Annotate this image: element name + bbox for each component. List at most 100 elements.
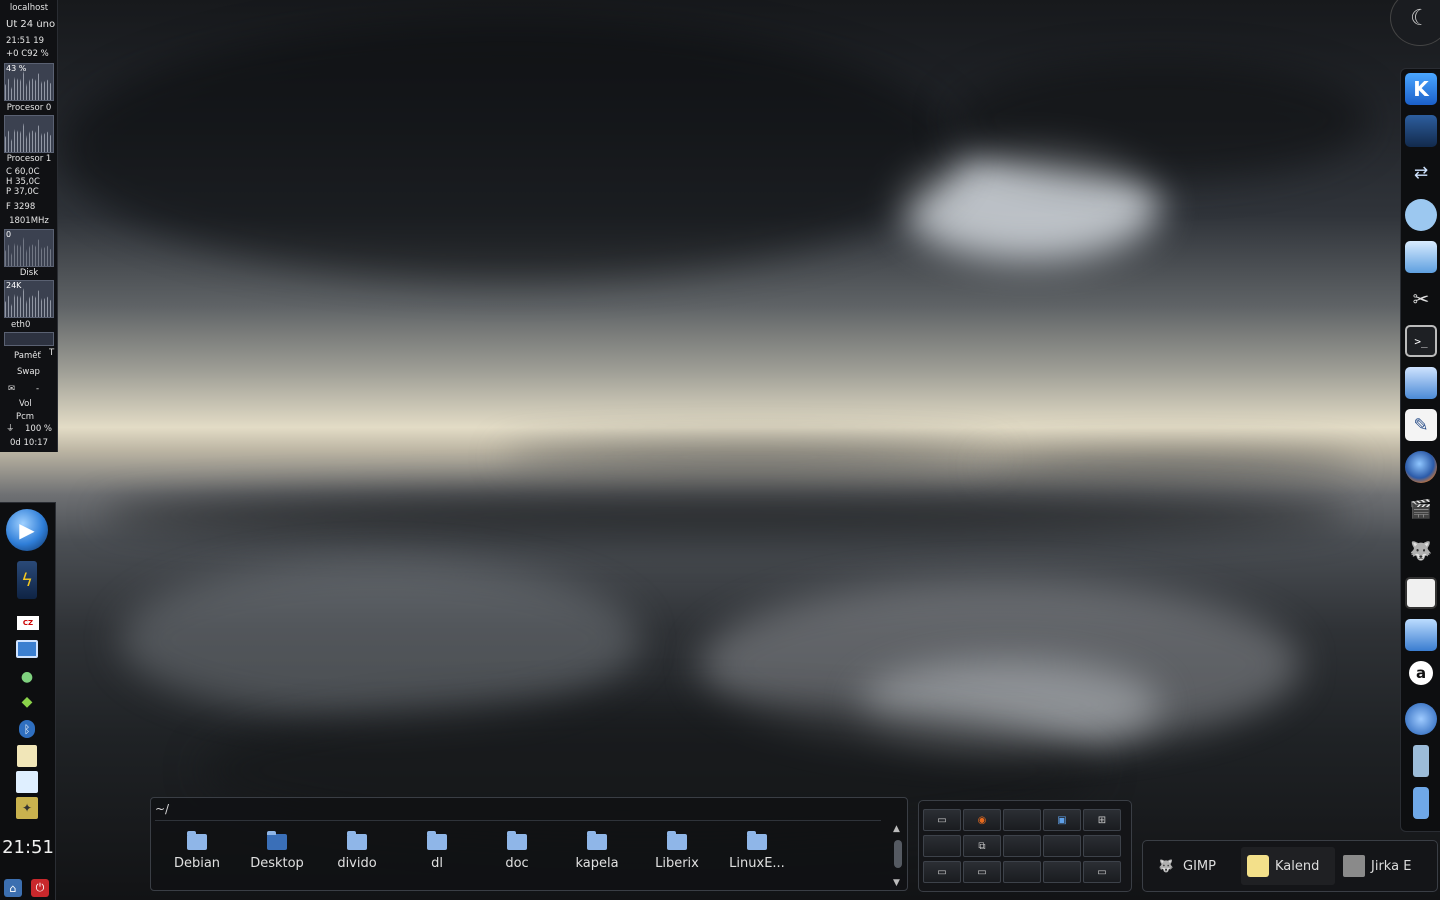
folder-item[interactable]: dl: [399, 831, 475, 871]
temp-h: H 35,0C: [6, 177, 40, 187]
folder-label: dl: [431, 856, 443, 871]
network-icon[interactable]: ◆: [17, 693, 37, 711]
display-icon[interactable]: [16, 640, 38, 658]
pager-desktop-7[interactable]: ⧉: [963, 835, 1001, 857]
video-editor-icon[interactable]: 🎬: [1405, 493, 1437, 525]
folder-scrollbar[interactable]: ▲ ▼: [891, 824, 905, 888]
net-rate: 24K: [6, 281, 22, 290]
task-gimp[interactable]: 🐺 GIMP: [1149, 847, 1237, 885]
desktop-wallpaper: ☾ localhost Út 24 úno 21:51 19 +0 C92 % …: [0, 0, 1440, 900]
folder-view-widget: ~/ Debian Desktop divido dl doc kapela L…: [150, 797, 908, 891]
network-manager-icon[interactable]: ⇄: [1405, 157, 1437, 189]
task-label: GIMP: [1183, 858, 1216, 874]
folder-icon: [507, 831, 527, 850]
gimp-icon[interactable]: 🐺: [1405, 535, 1437, 567]
scroll-down-icon[interactable]: ▼: [893, 878, 900, 888]
swap-label: Swap: [17, 367, 40, 377]
battery-icon[interactable]: ϟ: [17, 561, 37, 599]
pager-desktop-14[interactable]: [1043, 861, 1081, 883]
amarok-icon[interactable]: a: [1409, 661, 1433, 685]
cpu1-graph: [4, 115, 54, 153]
uptime: 0d 10:17: [10, 438, 49, 448]
folder-item[interactable]: doc: [479, 831, 555, 871]
folder-label: doc: [505, 856, 529, 871]
terminal-icon[interactable]: >_: [1405, 325, 1437, 357]
disk-zero: 0: [6, 230, 12, 239]
folder-label: divido: [337, 856, 377, 871]
shutdown-icon[interactable]: ⏻: [31, 879, 49, 897]
date-label: Út 24 úno: [6, 20, 56, 30]
pager-desktop-2[interactable]: ◉: [963, 809, 1001, 831]
kde-menu-icon[interactable]: K: [1405, 73, 1437, 105]
bluetooth-icon[interactable]: ᛒ: [19, 720, 35, 738]
cpu0-graph: 43 %: [4, 63, 54, 101]
folder-icon: [747, 831, 767, 850]
scroll-up-icon[interactable]: ▲: [893, 824, 900, 834]
temp-p: P 37,0C: [6, 187, 39, 197]
pager-desktop-12[interactable]: ▭: [963, 861, 1001, 883]
folder-label: LinuxE...: [729, 856, 785, 871]
mail-count: -: [36, 384, 40, 394]
folder-item[interactable]: kapela: [559, 831, 635, 871]
remote-desktop-icon[interactable]: [1405, 619, 1437, 651]
folder-icon: [667, 831, 687, 850]
thunderbird-icon[interactable]: [1405, 703, 1437, 735]
clock[interactable]: 21:51: [0, 837, 56, 858]
scroll-thumb[interactable]: [894, 840, 902, 868]
pager-desktop-4[interactable]: ▣: [1043, 809, 1081, 831]
pager-desktop-3[interactable]: [1003, 809, 1041, 831]
pcm-label: Pcm: [16, 412, 35, 422]
clipboard-icon[interactable]: [17, 745, 37, 767]
phone-icon[interactable]: [1413, 745, 1429, 777]
task-calendar[interactable]: Kalend: [1241, 847, 1335, 885]
pager-desktop-11[interactable]: ▭: [923, 861, 961, 883]
avatar: [1343, 855, 1365, 877]
disk-label: Disk: [19, 268, 39, 278]
settings-tools-icon[interactable]: ✂: [1405, 283, 1437, 315]
net-interface: eth0: [11, 320, 31, 330]
photo-viewer-icon[interactable]: [1405, 577, 1437, 609]
pager-desktop-9[interactable]: [1043, 835, 1081, 857]
folder-icon: [427, 831, 447, 850]
folder-item[interactable]: LinuxE...: [719, 831, 795, 871]
desktop-icon[interactable]: [1405, 115, 1437, 147]
folder-item[interactable]: Desktop: [239, 831, 315, 871]
notes-icon[interactable]: [16, 771, 38, 793]
folder-icon: [347, 831, 367, 850]
media-player-icon[interactable]: ▶: [6, 509, 48, 551]
folder-label: Debian: [173, 856, 221, 871]
folder-item[interactable]: divido: [319, 831, 395, 871]
folder-icon: [587, 831, 607, 850]
folder-item[interactable]: Liberix: [639, 831, 715, 871]
task-label: Jirka E: [1371, 858, 1412, 874]
pager-desktop-6[interactable]: [923, 835, 961, 857]
pager-desktop-13[interactable]: [1003, 861, 1041, 883]
file-manager-icon[interactable]: [1405, 241, 1437, 273]
write-icon[interactable]: ✎: [1405, 409, 1437, 441]
pager-desktop-10[interactable]: [1083, 835, 1121, 857]
kwallet-icon[interactable]: ✦: [16, 797, 38, 819]
usb-device-icon[interactable]: [1413, 787, 1429, 819]
desktop-toolbox-icon[interactable]: ☾: [1390, 0, 1440, 46]
folder-path-divider: [155, 820, 881, 821]
network-graph: 24K: [4, 280, 54, 318]
system-monitor-widget: localhost Út 24 úno 21:51 19 +0 C92 % 43…: [0, 0, 58, 452]
hostname: localhost: [9, 3, 49, 13]
text-editor-icon[interactable]: [1405, 367, 1437, 399]
keyboard-layout-cz-icon[interactable]: CZ: [17, 616, 39, 630]
system-monitor-icon[interactable]: [1405, 199, 1437, 231]
task-chat[interactable]: Jirka E: [1337, 847, 1433, 885]
chat-icon[interactable]: ●: [17, 668, 37, 686]
task-label: Kalend: [1275, 858, 1320, 874]
right-launcher-panel: K ⇄ ✂ >_ ✎ 🎬 🐺 a: [1400, 68, 1440, 832]
pager-desktop-5[interactable]: ⊞: [1083, 809, 1121, 831]
lock-screen-icon[interactable]: ⌂: [4, 879, 22, 897]
folder-path[interactable]: ~/: [155, 802, 169, 816]
folder-item[interactable]: Debian: [159, 831, 235, 871]
pager-desktop-8[interactable]: [1003, 835, 1041, 857]
fan-speed: F 3298: [6, 202, 36, 212]
cpu0-label: Procesor 0: [6, 103, 52, 113]
pager-desktop-15[interactable]: ▭: [1083, 861, 1121, 883]
firefox-icon[interactable]: [1405, 451, 1437, 483]
pager-desktop-1[interactable]: ▭: [923, 809, 961, 831]
